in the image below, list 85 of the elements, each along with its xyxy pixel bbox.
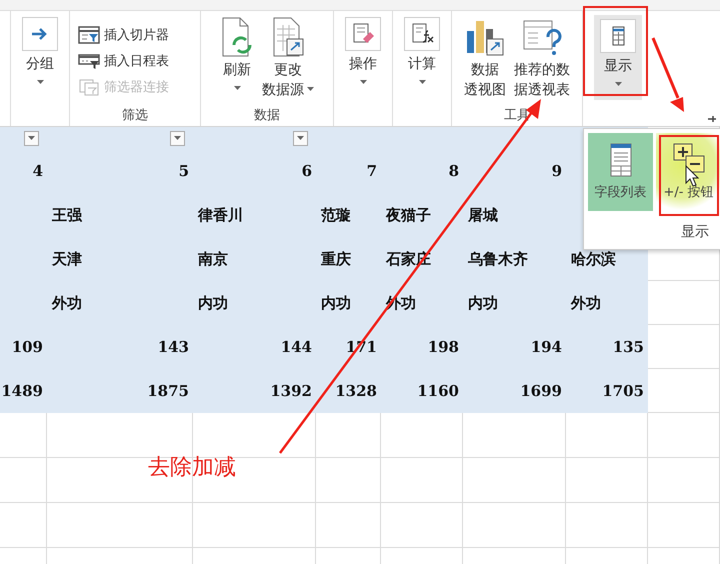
table-cell <box>316 413 381 458</box>
group-button[interactable]: 分组 <box>20 15 60 86</box>
table-cell-text: 1875 <box>146 381 190 402</box>
table-cell-text: 内功 <box>467 292 499 314</box>
table-cell-text: 屠城 <box>466 204 499 226</box>
caret-icon <box>28 136 35 140</box>
table-cell-text: 夜猫子 <box>384 204 432 226</box>
table-cell-text: 4 <box>32 161 44 182</box>
table-cell-text: 5 <box>178 161 190 182</box>
caret-icon <box>174 136 181 140</box>
caret-icon <box>234 86 240 90</box>
table-cell-text: 6 <box>300 161 313 182</box>
table-cell-text: 外功 <box>570 292 602 314</box>
table-cell-text: 乌鲁木齐 <box>467 248 529 270</box>
display-option-button[interactable]: +/- 按钮 <box>656 133 720 211</box>
show-button[interactable]: 显示 <box>594 15 642 100</box>
table-cell-text: 内功 <box>197 292 229 314</box>
table-cell-text: 1699 <box>519 381 563 402</box>
ribbon-button[interactable]: 刷新 <box>218 15 256 92</box>
table-cell <box>648 458 720 503</box>
table-cell-text: 天津 <box>50 248 83 270</box>
caret-icon <box>297 136 304 140</box>
table-cell-text: 范璇 <box>320 204 352 226</box>
table-cell-text: 144 <box>280 337 313 358</box>
group-label: 数据 <box>253 107 281 125</box>
table-cell-text: 外功 <box>50 292 83 314</box>
field-list-icon <box>610 143 632 177</box>
table-cell <box>648 503 720 548</box>
caret-icon <box>418 80 426 84</box>
eraser-icon <box>345 17 381 51</box>
display-option-button[interactable]: 字段列表 <box>588 133 653 211</box>
caret-icon <box>36 80 44 84</box>
table-cell-text: 135 <box>612 337 645 358</box>
ribbon-button[interactable]: 更改 数据源 <box>260 15 316 102</box>
spreadsheet-icon <box>271 17 305 57</box>
table-cell-text: 1160 <box>416 381 460 402</box>
ribbon-button[interactable]: 数据 透视图 <box>462 15 508 102</box>
ribbon-button[interactable]: 推荐的数 据透视表 <box>512 15 572 102</box>
table-cell <box>648 369 720 413</box>
timeline-icon <box>78 52 100 70</box>
table-cell-text: 9 <box>550 161 563 182</box>
slicer-icon <box>78 26 100 44</box>
annotation-text: 去除加减 <box>148 454 236 482</box>
ribbon-menu-item[interactable]: 插入日程表 <box>78 50 169 72</box>
caret-icon <box>360 80 366 84</box>
calculator-icon <box>600 19 636 53</box>
filter-dropdown-button[interactable] <box>293 130 308 146</box>
table-cell-text: 哈尔滨 <box>570 248 617 270</box>
group-label: 显示 <box>680 223 710 242</box>
table-cell-text: 内功 <box>320 292 352 314</box>
table-cell <box>648 281 720 325</box>
table-cell-text: 王强 <box>51 204 84 226</box>
table-cell-text: 重庆 <box>320 248 352 270</box>
table-cell-text: 109 <box>10 337 44 358</box>
table-cell-text: 1328 <box>334 381 378 402</box>
table-cell-text: 1392 <box>269 381 313 402</box>
table-cell <box>0 413 47 458</box>
table-cell-text: 198 <box>426 337 460 358</box>
table-cell <box>0 503 47 548</box>
table-cell-text: 7 <box>366 161 378 182</box>
table-cell-text: 律香川 <box>196 204 244 226</box>
table-cell-text: 143 <box>156 337 190 358</box>
filter-dropdown-button[interactable] <box>170 130 185 146</box>
formula-sheet-icon <box>404 17 440 51</box>
caret-icon <box>614 82 622 86</box>
group-label: 筛选 <box>121 107 149 125</box>
table-cell-text: 194 <box>530 337 563 358</box>
ribbon-button[interactable]: 计算 <box>402 15 442 86</box>
table-cell <box>648 413 720 458</box>
filter-dropdown-button[interactable] <box>24 130 39 146</box>
table-cell <box>648 325 720 369</box>
table-cell <box>0 458 47 503</box>
caret-icon <box>307 86 314 91</box>
table-cell <box>316 458 381 503</box>
table-cell-text: 南京 <box>197 248 229 270</box>
pin-icon <box>707 114 717 124</box>
table-cell <box>316 503 381 548</box>
ribbon-menu-item[interactable]: 插入切片器 <box>78 24 169 46</box>
ribbon-button[interactable]: 操作 <box>343 15 383 86</box>
refresh-icon <box>220 17 254 57</box>
table-cell-text: 1489 <box>0 381 44 402</box>
mouse-pointer-icon <box>685 165 699 187</box>
table-cell-text: 1705 <box>601 381 645 402</box>
connection-icon <box>78 78 100 96</box>
table-cell-text: 8 <box>448 161 460 182</box>
